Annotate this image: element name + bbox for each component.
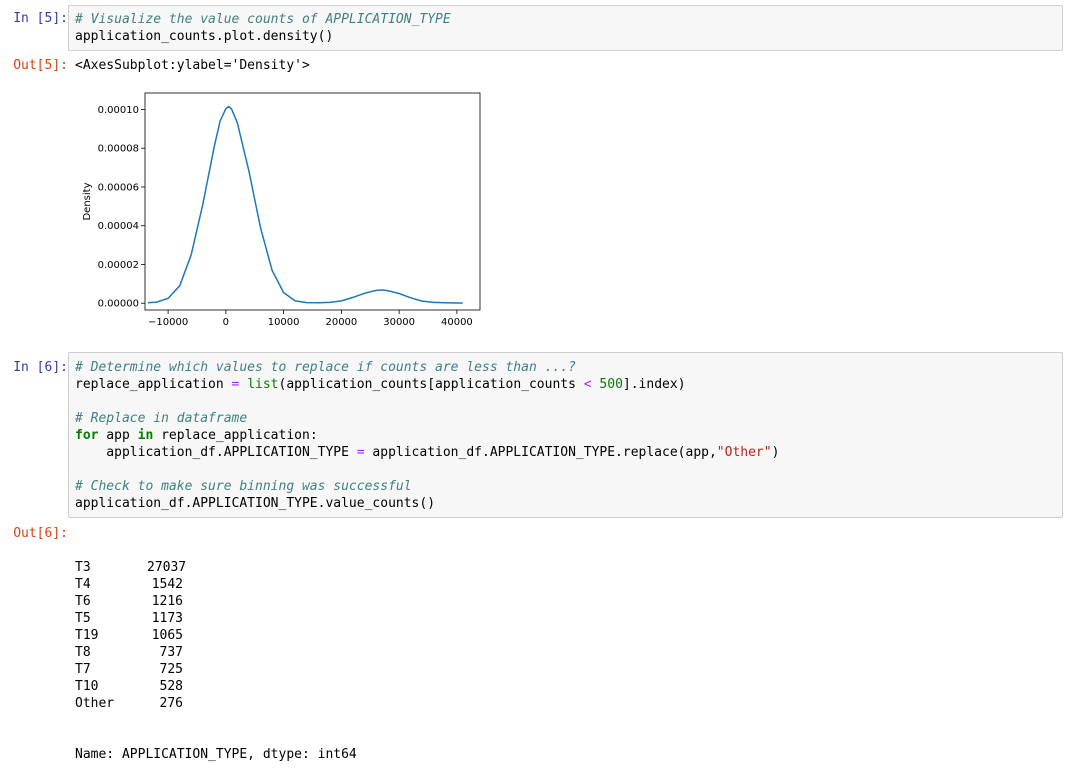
value-count-label: T5 — [75, 611, 91, 626]
value-count-number: 1065 — [151, 628, 183, 643]
value-count-label: T6 — [75, 594, 91, 609]
y-tick-label: 0.00010 — [98, 105, 139, 116]
code-line: application_df.APPLICATION_TYPE = applic… — [69, 444, 1062, 461]
value-count-label: T10 — [75, 679, 99, 694]
value-count-row: T7 725 — [75, 661, 357, 678]
value-count-number: 1542 — [151, 577, 183, 592]
code-comment: # Determine which values to replace if c… — [75, 360, 576, 375]
code-keyword: in — [137, 428, 154, 443]
x-tick-label: 20000 — [325, 317, 357, 328]
value-counts-output: T3 27037 T4 1542 T6 1216 T5 1173 T19 1065 T8 737 T7 7… — [75, 525, 357, 780]
output-repr: <AxesSubplot:ylabel='Density'> — [75, 58, 310, 73]
y-tick-label: 0.00006 — [98, 182, 139, 193]
code-operator: = — [356, 445, 365, 460]
value-count-row: T6 1216 — [75, 593, 357, 610]
code-text: replace_application — [75, 377, 232, 392]
input-prompt-5: In [5]: — [13, 11, 68, 26]
code-keyword: for — [75, 428, 99, 443]
value-count-number: 1216 — [151, 594, 183, 609]
density-plot-svg: −10000 0 10000 20000 30000 40000 0.00000 0.0000… — [82, 92, 481, 328]
density-chart: −10000 0 10000 20000 30000 40000 0.00000 0.0000… — [75, 85, 495, 335]
y-tick-label: 0.00004 — [98, 221, 139, 232]
code-cell-6[interactable]: # Determine which values to replace if c… — [68, 352, 1063, 518]
code-text: application_df.APPLICATION_TYPE — [75, 445, 357, 460]
value-count-label: T4 — [75, 577, 91, 592]
y-tick-label: 0.00000 — [98, 299, 139, 310]
value-count-row: Other 276 — [75, 695, 357, 712]
x-tick-label: 30000 — [383, 317, 415, 328]
code-text: application_df.APPLICATION_TYPE.replace(… — [364, 445, 717, 460]
x-tick-label: 40000 — [441, 317, 473, 328]
code-text: ) — [771, 445, 780, 460]
code-comment: # Check to make sure binning was success… — [75, 479, 412, 494]
code-line: replace_application = list(application_c… — [69, 376, 1062, 393]
value-count-row: T5 1173 — [75, 610, 357, 627]
code-text: (application_counts[application_counts — [278, 377, 584, 392]
value-count-number: 528 — [159, 679, 183, 694]
x-tick-label: −10000 — [148, 317, 188, 328]
code-text: application_df.APPLICATION_TYPE.value_co… — [75, 496, 436, 511]
code-text: ].index) — [622, 377, 686, 392]
code-operator: < — [583, 377, 592, 392]
value-count-row: T10 528 — [75, 678, 357, 695]
code-line: # Replace in dataframe — [69, 410, 1062, 427]
value-count-row: T8 737 — [75, 644, 357, 661]
y-tick-label: 0.00002 — [98, 260, 139, 271]
density-series-line — [147, 105, 463, 304]
code-number: 500 — [599, 377, 623, 392]
value-count-row: T19 1065 — [75, 627, 357, 644]
value-count-label: T7 — [75, 662, 91, 677]
value-count-label: T19 — [75, 628, 99, 643]
code-line: application_df.APPLICATION_TYPE.value_co… — [69, 495, 1062, 512]
code-line: # Determine which values to replace if c… — [69, 359, 1062, 376]
code-builtin: list — [247, 377, 279, 392]
input-prompt-6: In [6]: — [13, 360, 68, 375]
value-count-row: T4 1542 — [75, 576, 357, 593]
code-text: application_counts.plot.density() — [75, 29, 334, 44]
code-line: # Visualize the value counts of APPLICAT… — [69, 11, 1062, 28]
value-counts-footer: Name: APPLICATION_TYPE, dtype: int64 — [75, 747, 357, 762]
code-string: "Other" — [716, 445, 772, 460]
x-tick-label: 10000 — [268, 317, 300, 328]
value-count-label: T3 — [75, 560, 91, 575]
value-count-row: T3 27037 — [75, 559, 357, 576]
y-tick-label: 0.00008 — [98, 144, 139, 155]
code-text: replace_application: — [153, 428, 318, 443]
value-count-label: Other — [75, 696, 115, 711]
code-line: for app in replace_application: — [69, 427, 1062, 444]
output-prompt-5: Out[5]: — [13, 58, 68, 73]
code-text: app — [98, 428, 138, 443]
value-count-label: T8 — [75, 645, 91, 660]
code-line: application_counts.plot.density() — [69, 28, 1062, 45]
code-comment: # Replace in dataframe — [75, 411, 248, 426]
code-comment: # Visualize the value counts of APPLICAT… — [75, 12, 451, 27]
code-line: # Check to make sure binning was success… — [69, 478, 1062, 495]
value-count-number: 1173 — [151, 611, 183, 626]
y-axis-label: Density — [82, 182, 93, 220]
code-cell-5[interactable]: # Visualize the value counts of APPLICAT… — [68, 5, 1063, 51]
plot-frame — [144, 92, 481, 311]
value-count-number: 276 — [159, 696, 183, 711]
output-prompt-6: Out[6]: — [13, 526, 68, 541]
value-count-number: 27037 — [147, 560, 187, 575]
value-count-number: 725 — [159, 662, 183, 677]
x-tick-label: 0 — [223, 317, 229, 328]
value-counts-list: T3 27037 T4 1542 T6 1216 T5 1173 T19 1065 T8 737 T7 7… — [75, 559, 357, 712]
value-count-number: 737 — [159, 645, 183, 660]
